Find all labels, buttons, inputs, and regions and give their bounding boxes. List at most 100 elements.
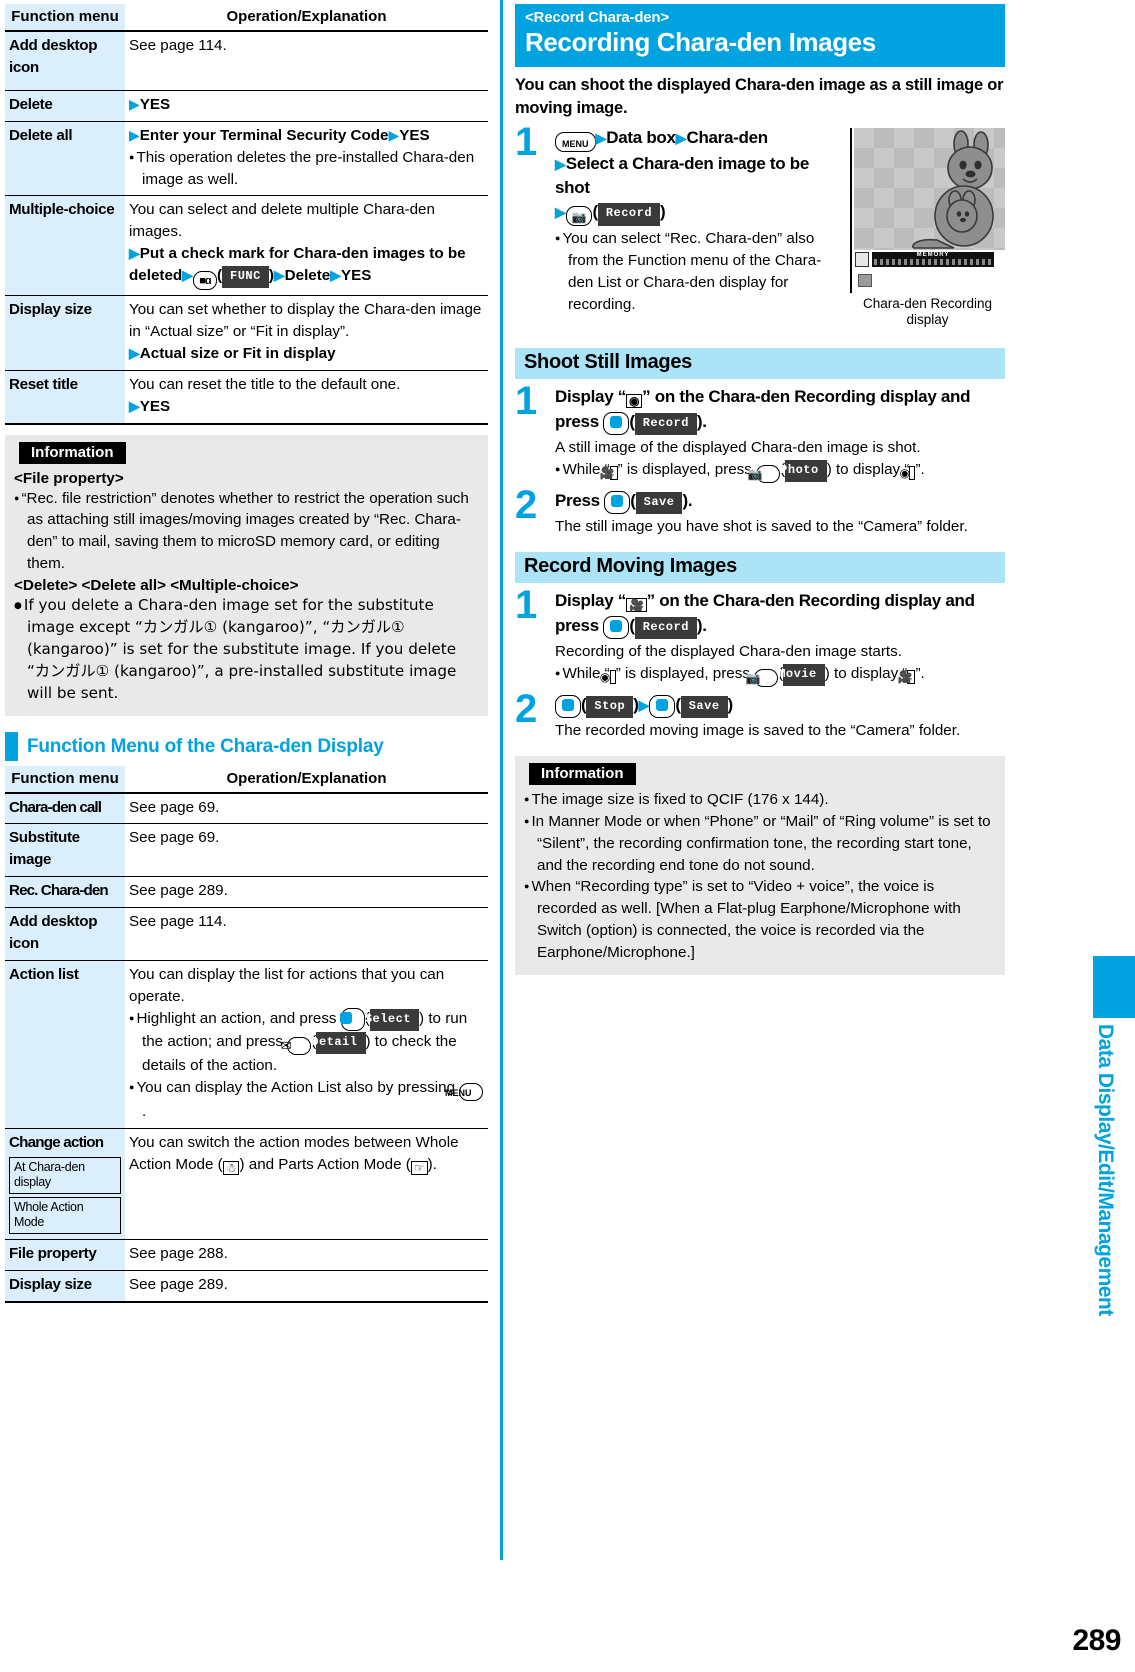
side-tab-label: Data Display/Edit/Management — [1094, 1024, 1117, 1316]
table-row: Reset title You can reset the title to t… — [5, 370, 488, 425]
parts-action-mode-icon: ☞ — [410, 1160, 428, 1175]
step-number: 1 — [515, 583, 537, 628]
arrow-icon: ▶ — [555, 155, 566, 172]
softkey-movie: Movie — [778, 663, 825, 686]
table-row: Delete ▶YES — [5, 90, 488, 122]
information-subheading: <Delete> <Delete all> <Multiple-choice> — [14, 577, 299, 595]
memory-ticks — [874, 258, 992, 265]
row-key: Rec. Chara-den — [5, 876, 125, 909]
center-key-icon — [649, 694, 676, 718]
figure-caption: Chara-den Recording display — [862, 295, 993, 328]
step-title: MENU ▶Data box▶Chara-den ▶Select a Chara-… — [555, 126, 840, 227]
row-key: Delete — [5, 90, 125, 122]
page-number: 289 — [1072, 1624, 1121, 1657]
center-key-icon — [340, 1007, 365, 1032]
row-key: Reset title — [5, 370, 125, 425]
subsection-shoot-still-images: Shoot Still Images — [515, 348, 1005, 380]
row-key: Change action At Chara-den display Whole… — [5, 1128, 125, 1241]
text-line: ▶YES — [129, 397, 171, 415]
step-title: Display “◉” on the Chara-den Recording d… — [555, 385, 1005, 436]
arrow-icon: ▶ — [129, 397, 140, 414]
text-line: You can select and delete multiple Chara… — [129, 201, 435, 241]
arrow-icon: ▶ — [330, 267, 342, 284]
step-number: 1 — [515, 379, 537, 424]
col-header-function-menu: Function menu — [5, 4, 125, 32]
camera-key-icon: 📷 — [565, 206, 593, 227]
section-title: Function Menu of the Chara-den Display — [27, 735, 384, 757]
arrow-icon: ▶ — [555, 204, 566, 221]
text-line: ▶Actual size or Fit in display — [129, 344, 336, 362]
movie-camera-icon: 🎥 — [897, 669, 916, 684]
still-step-1: 1 Display “◉” on the Chara-den Recording… — [515, 379, 1005, 483]
func-key-icon: ■ɑ — [192, 271, 217, 291]
information-tag: Information — [19, 441, 126, 464]
step-title: (Stop)▶(Save) — [555, 693, 1005, 718]
row-value: See page 114. — [125, 31, 488, 91]
movie-camera-icon: 🎥 — [600, 465, 618, 480]
camera-key-icon: 📷 — [748, 464, 781, 483]
camera-key-icon: 📷 — [746, 668, 779, 687]
arrow-icon: ▶ — [638, 696, 650, 713]
row-value: ▶Enter your Terminal Security Code▶YES T… — [125, 121, 488, 197]
step-number: 2 — [515, 482, 537, 527]
table-row: Change action At Chara-den display Whole… — [5, 1128, 488, 1241]
softkey-record: Record — [597, 203, 661, 226]
softkey-record: Record — [634, 412, 697, 436]
step-title-line3: ▶ 📷(Record) — [555, 202, 666, 227]
arrow-icon: ▶ — [273, 267, 285, 284]
step-description: You can select “Rec. Chara-den” also fro… — [555, 228, 840, 316]
step-number: 2 — [515, 686, 537, 731]
information-item: When “Recording type” is set to “Video +… — [524, 876, 996, 964]
softkey-save: Save — [680, 695, 728, 718]
manual-page: Function menu Operation/Explanation Add … — [0, 0, 1135, 1672]
table-row: File property See page 288. — [5, 1239, 488, 1271]
row-value: See page 289. — [125, 876, 488, 909]
memory-bar: MEMORY — [872, 251, 994, 267]
row-value: See page 69. — [125, 792, 488, 825]
table-row: Action list You can display the list for… — [5, 960, 488, 1129]
text-line: See page 114. — [129, 37, 227, 54]
badge-whole-action-mode: Whole Action Mode — [9, 1196, 121, 1235]
step-description: Recording of the displayed Chara-den ima… — [555, 641, 1005, 687]
row-value: ▶YES — [125, 90, 488, 122]
row-key: Action list — [5, 960, 125, 1129]
row-value: You can set whether to display the Chara… — [125, 295, 488, 371]
col-header-operation: Operation/Explanation — [125, 765, 488, 794]
softkey-select: Select — [365, 1008, 420, 1032]
center-key-icon — [603, 615, 630, 639]
moving-step-2: 2 (Stop)▶(Save) The recorded moving imag… — [515, 686, 1005, 742]
row-key-label: Change action — [9, 1133, 104, 1151]
row-key: Multiple-choice — [5, 195, 125, 297]
arrow-icon: ▶ — [388, 126, 400, 143]
step-description: The still image you have shot is saved t… — [555, 516, 1005, 538]
moving-step-1: 1 Display “🎥” on the Chara-den Recording… — [515, 583, 1005, 687]
still-step-2: 2 Press (Save). The still image you have… — [515, 482, 1005, 538]
softkey-stop: Stop — [586, 695, 634, 718]
table-row: Display size See page 289. — [5, 1270, 488, 1303]
table-header-row: Function menu Operation/Explanation — [5, 765, 488, 794]
right-column: <Record Chara-den> Recording Chara-den I… — [515, 4, 1005, 975]
table-row: Rec. Chara-den See page 289. — [5, 876, 488, 909]
side-tab-swatch — [1093, 956, 1135, 1018]
text-line: Action Mode ( — [129, 1155, 223, 1173]
camera-status-icon — [855, 251, 869, 267]
lead-paragraph: You can shoot the displayed Chara-den im… — [515, 76, 1004, 117]
arrow-icon: ▶ — [129, 344, 140, 361]
text-line: See page 69. — [129, 829, 220, 847]
information-item: The image size is fixed to QCIF (176 x 1… — [524, 789, 996, 811]
mode-indicator-icon — [858, 273, 872, 287]
badge-at-chara-den-display: At Chara-den display — [9, 1156, 121, 1194]
table-row: Chara-den call See page 69. — [5, 792, 488, 825]
bullet-note: While “◉” is displayed, press 📷(Movie) t… — [555, 663, 1005, 687]
topic-banner: <Record Chara-den> Recording Chara-den I… — [515, 4, 1005, 67]
section-accent-bar — [5, 731, 18, 761]
movie-camera-icon: 🎥 — [626, 598, 647, 613]
row-value: You can display the list for actions tha… — [125, 960, 488, 1129]
row-value: See page 289. — [125, 1270, 488, 1303]
text-line: YES — [139, 95, 171, 113]
center-key-icon — [604, 490, 631, 514]
desc-line: A still image of the displayed Chara-den… — [555, 439, 921, 457]
arrow-icon: ▶ — [675, 129, 687, 146]
text-line: You can display the list for actions tha… — [129, 966, 445, 1006]
topic-subtitle: <Record Chara-den> — [525, 9, 669, 26]
